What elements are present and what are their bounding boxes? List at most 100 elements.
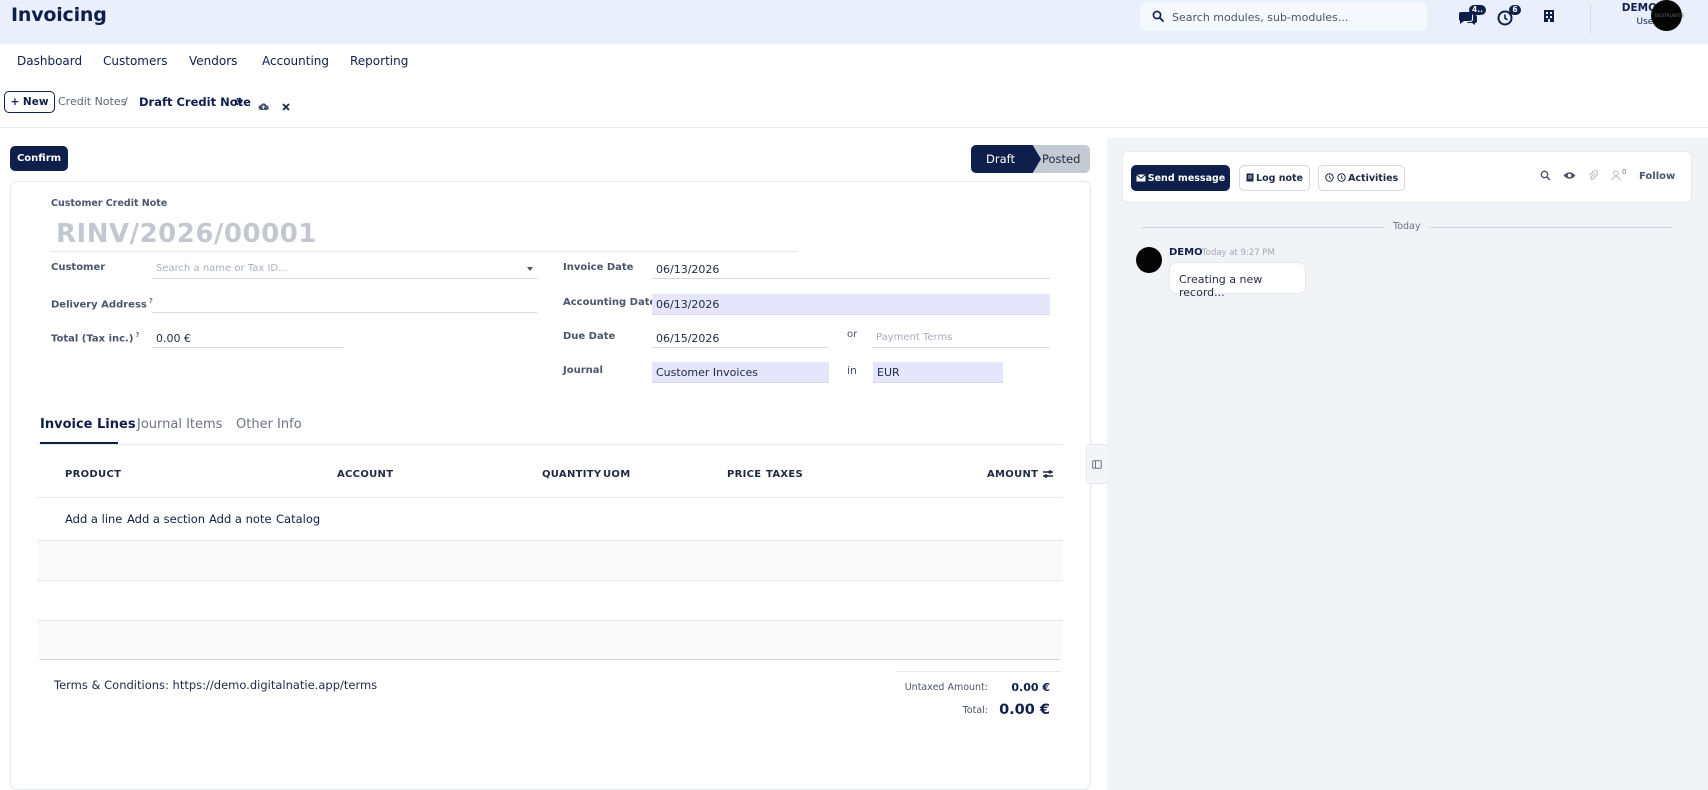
table-row [37, 620, 1063, 660]
search-input[interactable] [1172, 8, 1412, 26]
paperclip-icon[interactable] [1588, 170, 1598, 181]
date-separator: Today [1393, 221, 1421, 232]
menu-customers[interactable]: Customers [103, 54, 168, 68]
untaxed-amount-value: 0.00 € [1011, 681, 1050, 694]
company-button[interactable] [1540, 6, 1566, 28]
add-note-link[interactable]: Add a note [209, 512, 272, 526]
table-bottom-border [40, 659, 1060, 660]
confirm-button[interactable]: Confirm [10, 146, 68, 171]
column-quantity[interactable]: QUANTITY [542, 469, 601, 480]
avatar-logo-text: DIGITALNATIE [1655, 13, 1685, 18]
message-author[interactable]: DEMO [1169, 247, 1203, 258]
user-name[interactable]: DEMO [1600, 2, 1657, 14]
tabs-baseline [37, 444, 1063, 445]
clock-icon [1337, 172, 1346, 182]
or-label: or [847, 329, 858, 340]
add-section-link[interactable]: Add a section [127, 512, 205, 526]
total-tax-inc-input[interactable]: 0.00 € [152, 332, 191, 345]
control-panel-divider [0, 127, 1708, 128]
invoice-date-input[interactable]: 06/13/2026 [652, 263, 719, 276]
tab-invoice-lines[interactable]: Invoice Lines [40, 417, 136, 432]
document-name-underline [50, 251, 798, 252]
discard-icon[interactable] [282, 103, 290, 111]
app-title[interactable]: Invoicing [11, 4, 107, 26]
send-message-button[interactable]: Send message [1131, 165, 1230, 191]
topbar-divider [1590, 4, 1591, 34]
search-icon [1152, 10, 1164, 22]
chevron-down-icon[interactable] [527, 267, 533, 271]
terms-and-conditions[interactable]: Terms & Conditions: https://demo.digital… [54, 678, 377, 692]
followers-count: 0 [1622, 168, 1627, 176]
total-value: 0.00 € [999, 702, 1050, 718]
add-line-link[interactable]: Add a line [65, 512, 122, 526]
menu-vendors[interactable]: Vendors [189, 54, 237, 68]
tab-journal-items[interactable]: Journal Items [137, 417, 222, 432]
clock-icon [1325, 172, 1334, 182]
module-search[interactable] [1140, 2, 1427, 31]
user-role: User [1636, 17, 1657, 27]
due-date-underline [652, 347, 829, 348]
due-date-label: Due Date [563, 331, 616, 342]
total-tax-inc-underline [152, 347, 343, 348]
followers-icon[interactable] [1611, 170, 1621, 181]
menu-reporting[interactable]: Reporting [350, 54, 408, 68]
currency-input[interactable]: EUR [873, 366, 900, 379]
sidebar-toggle-icon [1092, 460, 1102, 469]
document-name[interactable]: RINV/2026/00001 [56, 219, 317, 249]
top-bar: Invoicing 4.. 6 DEMO User DIGITALNATIE [0, 0, 1708, 44]
column-amount[interactable]: AMOUNT [987, 469, 1038, 480]
document-type-label: Customer Credit Note [51, 198, 168, 209]
customer-input[interactable]: Search a name or Tax ID... [152, 263, 288, 274]
activities-chatter-label: Activities [1348, 172, 1399, 184]
message-body: Creating a new record... [1169, 262, 1306, 299]
date-divider-right [1429, 227, 1672, 228]
totals-divider [896, 671, 1061, 672]
chatter-panel [1107, 138, 1708, 790]
payment-terms-input[interactable]: Payment Terms [872, 332, 952, 343]
status-draft[interactable]: Draft [971, 145, 1041, 173]
active-tab-indicator [40, 442, 118, 444]
column-product[interactable]: PRODUCT [65, 469, 121, 480]
chatter-toggle[interactable] [1086, 444, 1108, 484]
message-author-avatar[interactable] [1136, 247, 1162, 273]
envelope-icon [1135, 173, 1146, 181]
table-row [37, 540, 1063, 580]
activities-button[interactable]: 6 [1497, 5, 1523, 28]
column-uom[interactable]: UOM [603, 469, 630, 480]
invoice-date-label: Invoice Date [563, 262, 634, 273]
cloud-save-icon[interactable] [258, 102, 269, 111]
follow-button[interactable]: Follow [1639, 171, 1675, 182]
date-divider-left [1142, 227, 1385, 228]
column-taxes[interactable]: TAXES [766, 469, 803, 480]
total-label: Total: [962, 705, 988, 716]
journal-input[interactable]: Customer Invoices [652, 366, 758, 379]
column-settings-icon[interactable] [1042, 469, 1054, 479]
catalog-link[interactable]: Catalog [276, 512, 320, 526]
breadcrumb-credit-notes[interactable]: Credit Notes [58, 95, 126, 108]
messages-button[interactable]: 4.. [1457, 5, 1486, 28]
total-tax-inc-label: Total (Tax inc.)? [51, 331, 140, 345]
column-price[interactable]: PRICE [727, 469, 761, 480]
in-label: in [847, 364, 858, 377]
eye-icon[interactable] [1563, 171, 1576, 180]
column-account[interactable]: ACCOUNT [337, 469, 393, 480]
log-note-button[interactable]: Log note [1239, 165, 1310, 191]
journal-label: Journal [563, 365, 603, 376]
customer-underline [152, 278, 537, 279]
search-icon[interactable] [1540, 170, 1551, 181]
tab-other-info[interactable]: Other Info [236, 417, 302, 432]
menu-dashboard[interactable]: Dashboard [17, 54, 82, 68]
help-mark: ? [148, 297, 153, 305]
message-timestamp: Today at 9:27 PM [1202, 248, 1275, 258]
log-note-label: Log note [1256, 172, 1303, 184]
menu-accounting[interactable]: Accounting [262, 54, 329, 68]
new-button[interactable]: + New [4, 91, 55, 113]
help-mark: ? [135, 331, 140, 339]
accounting-date-input[interactable]: 06/13/2026 [652, 298, 719, 311]
activities-chatter-button[interactable]: Activities [1318, 165, 1405, 191]
delivery-address-input[interactable] [152, 312, 537, 313]
due-date-input[interactable]: 06/15/2026 [652, 332, 719, 345]
gear-icon[interactable] [234, 97, 243, 106]
user-avatar[interactable]: DIGITALNATIE [1651, 0, 1685, 31]
invoice-date-underline [652, 278, 1050, 279]
